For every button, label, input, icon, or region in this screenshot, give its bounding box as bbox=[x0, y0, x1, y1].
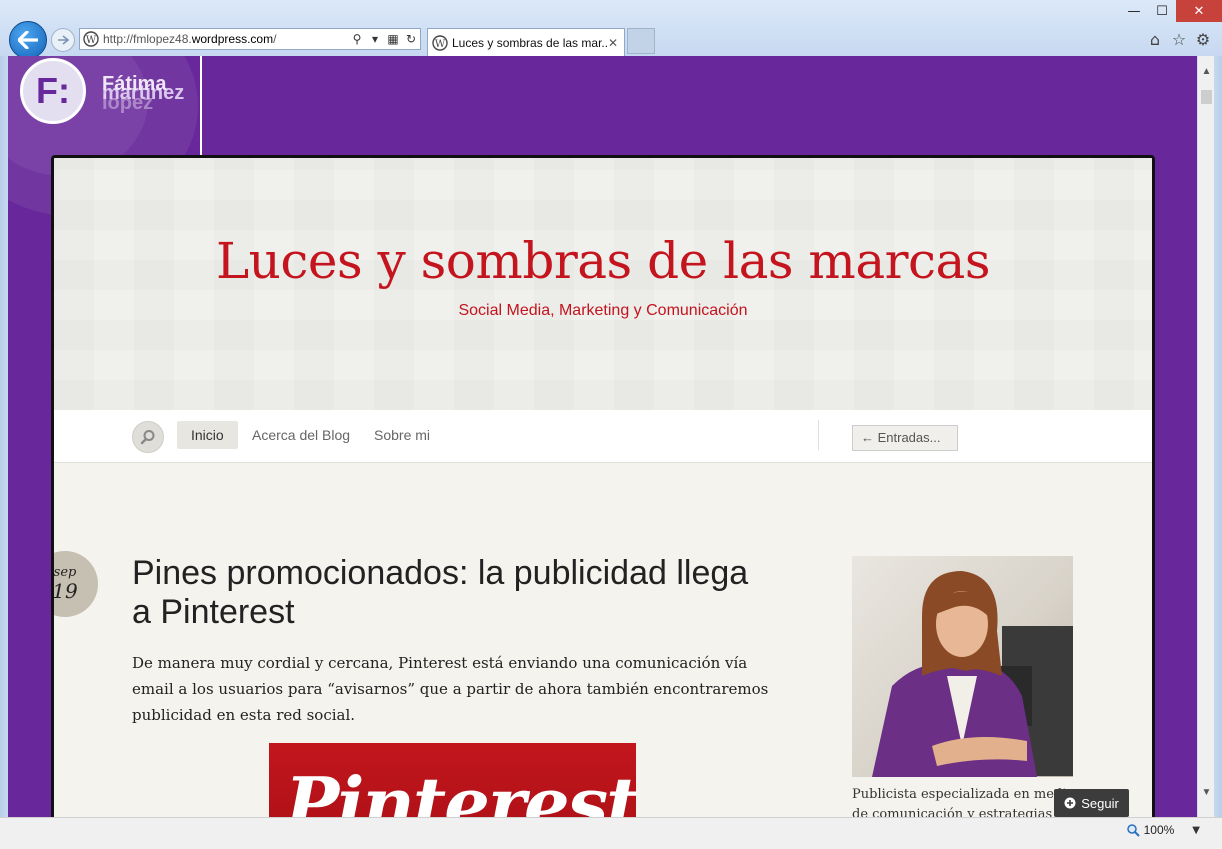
nav-divider bbox=[818, 420, 819, 450]
zoom-control[interactable]: 100% ▼ bbox=[1126, 823, 1200, 837]
new-tab-button[interactable] bbox=[627, 28, 655, 54]
tab-title: Luces y sombras de las mar... bbox=[452, 35, 608, 50]
logo-name-first: Fátima bbox=[102, 73, 167, 95]
logo-letter: F: bbox=[36, 70, 70, 111]
scroll-down-arrow-icon[interactable]: ▼ bbox=[1198, 787, 1215, 807]
post-date-month: sep bbox=[53, 565, 77, 580]
back-button[interactable] bbox=[9, 21, 47, 59]
site-title[interactable]: Luces y sombras de las marcas bbox=[54, 232, 1152, 290]
window-border-right bbox=[1214, 56, 1222, 848]
address-bar[interactable]: W http://fmlopez48.wordpress.com/ ⚲ ▾ ▦ … bbox=[79, 28, 421, 50]
minimize-button[interactable]: — bbox=[1120, 0, 1148, 22]
nav-item-acerca-del-blog[interactable]: Acerca del Blog bbox=[238, 421, 364, 449]
blog-container: Luces y sombras de las marcas Social Med… bbox=[51, 155, 1155, 817]
forward-button[interactable] bbox=[51, 28, 75, 52]
compatibility-view-icon[interactable]: ▦ bbox=[384, 29, 402, 49]
arrow-left-icon bbox=[18, 31, 38, 49]
tab-active[interactable]: W Luces y sombras de las mar... ✕ bbox=[427, 28, 625, 56]
svg-text:W: W bbox=[86, 35, 97, 46]
refresh-icon[interactable]: ↻ bbox=[402, 29, 420, 49]
tab-close-icon[interactable]: ✕ bbox=[608, 36, 624, 50]
search-icon bbox=[140, 430, 155, 445]
favorites-star-icon[interactable]: ☆ bbox=[1170, 30, 1188, 49]
dropdown-icon[interactable]: ▾ bbox=[366, 29, 384, 49]
post-title[interactable]: Pines promocionados: la publicidad llega… bbox=[132, 554, 772, 632]
page-viewport: F: lopez martínez Fátima Luces y sombras… bbox=[8, 56, 1197, 817]
post-image-pinterest[interactable]: Pinterest bbox=[269, 743, 636, 817]
url-text: http://fmlopez48.wordpress.com/ bbox=[103, 32, 277, 46]
vertical-scrollbar[interactable]: ▲ ▼ bbox=[1197, 56, 1215, 817]
site-description: Social Media, Marketing y Comunicación bbox=[458, 302, 748, 319]
home-icon[interactable]: ⌂ bbox=[1146, 30, 1164, 49]
post-date-day: 19 bbox=[52, 579, 78, 603]
arrow-right-icon bbox=[58, 35, 69, 45]
wordpress-favicon-icon: W bbox=[83, 31, 99, 47]
blog-header: Luces y sombras de las marcas Social Med… bbox=[54, 158, 1152, 410]
header-divider bbox=[200, 56, 202, 156]
window-controls: — ☐ ✕ bbox=[1120, 0, 1222, 22]
close-button[interactable]: ✕ bbox=[1176, 0, 1222, 22]
follow-button[interactable]: Seguir bbox=[1054, 789, 1129, 817]
wordpress-favicon-icon: W bbox=[432, 34, 448, 51]
pinterest-logo-text: Pinterest bbox=[285, 761, 636, 817]
search-icon[interactable]: ⚲ bbox=[348, 29, 366, 49]
maximize-button[interactable]: ☐ bbox=[1148, 0, 1176, 22]
toolbar-icons: ⌂ ☆ ⚙ bbox=[1146, 30, 1212, 49]
logo-badge: F: bbox=[20, 58, 86, 124]
scrollbar-thumb[interactable] bbox=[1201, 90, 1212, 104]
svg-text:W: W bbox=[435, 39, 446, 50]
follow-label: Seguir bbox=[1081, 795, 1119, 811]
window-border-left bbox=[0, 56, 8, 848]
browser-chrome: — ☐ ✕ W http://fmlopez48.wordpress.com/ … bbox=[0, 0, 1222, 59]
profile-person-illustration bbox=[872, 571, 1073, 777]
zoom-magnifier-icon bbox=[1126, 823, 1140, 837]
nav-search-button[interactable] bbox=[132, 421, 164, 453]
plus-circle-icon bbox=[1064, 797, 1076, 809]
entries-dropdown-button[interactable]: ← Entradas... bbox=[852, 425, 958, 451]
gear-icon[interactable]: ⚙ bbox=[1194, 30, 1212, 49]
main-navigation: Inicio Acerca del Blog Sobre mi ← Entrad… bbox=[54, 410, 1152, 463]
nav-item-sobre-mi[interactable]: Sobre mi bbox=[360, 421, 444, 449]
zoom-dropdown-icon[interactable]: ▼ bbox=[1192, 825, 1200, 836]
status-bar: 100% ▼ bbox=[0, 817, 1222, 849]
scroll-up-arrow-icon[interactable]: ▲ bbox=[1198, 66, 1215, 86]
zoom-level: 100% bbox=[1143, 823, 1175, 837]
nav-item-inicio[interactable]: Inicio bbox=[177, 421, 238, 449]
post-date-badge: sep 19 bbox=[52, 551, 98, 617]
site-logo[interactable]: F: lopez martínez Fátima bbox=[18, 56, 198, 131]
post-excerpt: De manera muy cordial y cercana, Pintere… bbox=[132, 654, 769, 724]
profile-photo bbox=[852, 556, 1073, 777]
